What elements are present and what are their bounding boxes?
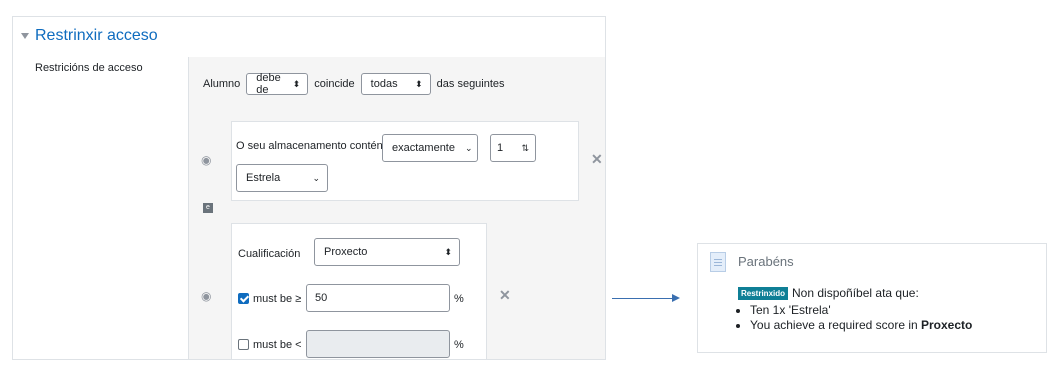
min-grade-label: must be ≥ (253, 293, 302, 305)
conditions-area: Alumno debe de ⬍ coincide todas ⬍ das se… (188, 57, 605, 359)
eye-icon[interactable]: ◉ (201, 289, 211, 303)
restriction-item-text: Ten 1x 'Estrela' (750, 303, 831, 317)
quantity-value: 1 (497, 142, 504, 154)
restriction-item: Ten 1x 'Estrela' (750, 303, 972, 317)
select-arrow-icon: ⬍ (292, 78, 301, 89)
min-grade-input[interactable]: 50 (306, 284, 450, 312)
chevron-down-icon: ⌄ (464, 142, 473, 153)
restriction-list: Ten 1x 'Estrela' You achieve a required … (738, 302, 972, 333)
operator-value: exactamente (392, 142, 455, 154)
item-select[interactable]: Estrela ⌄ (236, 164, 328, 192)
restriction-item-bold: Proxecto (921, 318, 973, 332)
root-suffix: das seguintes (436, 78, 505, 90)
arrow-right-icon (612, 298, 674, 299)
storage-condition-box: O seu almacenamento contén exactamente ⌄… (231, 121, 579, 201)
and-separator-badge: e (203, 203, 213, 213)
item-value: Estrela (246, 172, 281, 184)
grade-condition-box: Cualificación Proxecto ⬍ must be ≥ 50 % … (231, 223, 487, 359)
quantity-stepper[interactable]: 1 ⇅ (490, 134, 536, 162)
root-match-text: coincide (314, 78, 355, 90)
restrict-access-panel: Restrinxir acceso Restricións de acceso … (12, 16, 606, 360)
all-select[interactable]: todas ⬍ (360, 73, 431, 95)
must-select-value: debe de (256, 72, 281, 96)
section-header[interactable]: Restrinxir acceso (21, 25, 158, 47)
chevron-down-icon: ⌄ (312, 172, 320, 183)
field-label: Restricións de acceso (35, 62, 143, 74)
grade-item-select[interactable]: Proxecto ⬍ (314, 238, 460, 266)
min-grade-row: must be ≥ (238, 293, 301, 305)
all-select-value: todas (370, 78, 398, 90)
section-title[interactable]: Restrinxir acceso (35, 27, 158, 45)
grade-label: Cualificación (238, 248, 301, 260)
restricted-badge: Restrinxido (738, 286, 789, 300)
grade-item-value: Proxecto (324, 246, 368, 258)
restriction-intro: Non dispoñíbel ata que: (792, 286, 919, 300)
arrow-head (672, 294, 680, 302)
operator-select[interactable]: exactamente ⌄ (382, 134, 478, 162)
restriction-item: You achieve a required score in Proxecto (750, 318, 972, 332)
root-condition-row: Alumno debe de ⬍ coincide todas ⬍ das se… (203, 72, 505, 96)
min-grade-checkbox[interactable] (238, 293, 249, 304)
document-icon (710, 252, 726, 272)
must-select[interactable]: debe de ⬍ (246, 72, 309, 96)
max-grade-row: must be < (238, 339, 302, 351)
restriction-summary: Restrinxido Non dispoñíbel ata que: (738, 286, 919, 300)
max-grade-input[interactable] (306, 330, 450, 358)
max-grade-unit: % (454, 339, 464, 351)
select-arrow-icon: ⬍ (415, 78, 423, 89)
max-grade-checkbox[interactable] (238, 339, 249, 350)
restriction-item-text: You achieve a required score in (750, 318, 921, 332)
storage-label: O seu almacenamento contén (236, 140, 383, 152)
activity-card: Parabéns Restrinxido Non dispoñíbel ata … (697, 243, 1047, 353)
activity-title[interactable]: Parabéns (738, 254, 794, 269)
min-grade-unit: % (454, 293, 464, 305)
close-icon[interactable]: ✕ (591, 151, 603, 168)
root-prefix: Alumno (203, 78, 241, 90)
chevron-down-icon[interactable] (21, 33, 29, 39)
eye-icon[interactable]: ◉ (201, 153, 211, 167)
spinner-icon[interactable]: ⇅ (521, 143, 529, 154)
close-icon[interactable]: ✕ (499, 287, 511, 304)
max-grade-label: must be < (253, 339, 302, 351)
select-arrow-icon: ⬍ (444, 246, 452, 257)
